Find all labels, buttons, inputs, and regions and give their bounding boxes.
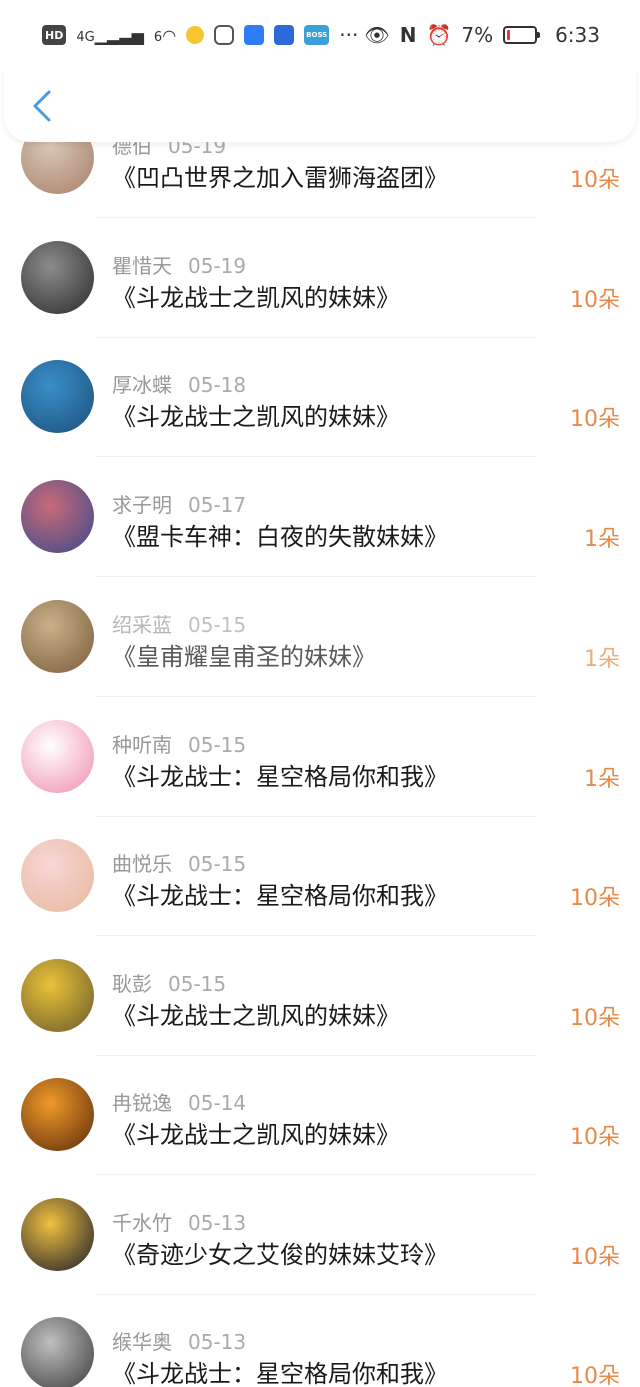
list-item[interactable]: 千水竹 05-13 《奇迹少女之艾俊的妹妹艾玲》 10朵 — [0, 1175, 640, 1295]
entry-meta: 耿彭 05-15 — [112, 968, 226, 997]
user-name: 厚冰蝶 — [112, 373, 172, 397]
book-title[interactable]: 《斗龙战士之凯风的妹妹》 — [112, 1115, 400, 1150]
entry-meta: 厚冰蝶 05-18 — [112, 369, 246, 398]
flower-count: 10朵 — [570, 407, 620, 432]
avatar[interactable] — [21, 241, 94, 314]
entry-date: 05-18 — [188, 373, 247, 397]
avatar[interactable] — [21, 480, 94, 553]
avatar[interactable] — [21, 720, 94, 793]
avatar[interactable] — [21, 1198, 94, 1271]
entry-date: 05-19 — [188, 254, 247, 278]
entry-meta: 曲悦乐 05-15 — [112, 848, 246, 877]
avatar[interactable] — [21, 1317, 94, 1387]
flower-count: 10朵 — [570, 288, 620, 313]
flower-count: 10朵 — [570, 886, 620, 911]
entry-date: 05-13 — [188, 1211, 247, 1235]
list-item[interactable]: 厚冰蝶 05-18 《斗龙战士之凯风的妹妹》 10朵 — [0, 337, 640, 457]
entry-meta: 冉锐逸 05-14 — [112, 1087, 246, 1116]
book-title[interactable]: 《奇迹少女之艾俊的妹妹艾玲》 — [112, 1235, 448, 1270]
book-title[interactable]: 《凹凸世界之加入雷狮海盗团》 — [112, 158, 448, 193]
entry-date: 05-15 — [168, 972, 227, 996]
book-title[interactable]: 《斗龙战士之凯风的妹妹》 — [112, 996, 400, 1031]
flower-count: 10朵 — [570, 1364, 620, 1387]
list-item[interactable]: 绍采蓝 05-15 《皇甫耀皇甫圣的妹妹》 1朵 — [0, 577, 640, 697]
list-item[interactable]: 耿彭 05-15 《斗龙战士之凯风的妹妹》 10朵 — [0, 936, 640, 1056]
book-title[interactable]: 《斗龙战士：星空格局你和我》 — [112, 1354, 448, 1387]
book-title[interactable]: 《皇甫耀皇甫圣的妹妹》 — [112, 637, 376, 672]
entry-date: 05-17 — [188, 493, 247, 517]
back-button[interactable] — [22, 84, 62, 128]
list-item[interactable]: 缑华奥 05-13 《斗龙战士：星空格局你和我》 10朵 — [0, 1294, 640, 1387]
book-title[interactable]: 《斗龙战士之凯风的妹妹》 — [112, 397, 400, 432]
entry-meta: 千水竹 05-13 — [112, 1207, 246, 1236]
entry-meta: 求子明 05-17 — [112, 489, 246, 518]
book-title[interactable]: 《盟卡车神：白夜的失散妹妹》 — [112, 517, 448, 552]
flower-count: 1朵 — [584, 527, 620, 552]
entry-date: 05-15 — [188, 613, 247, 637]
user-name: 千水竹 — [112, 1211, 172, 1235]
avatar[interactable] — [21, 600, 94, 673]
entry-date: 05-15 — [188, 733, 247, 757]
list-item[interactable]: 冉锐逸 05-14 《斗龙战士之凯风的妹妹》 10朵 — [0, 1055, 640, 1175]
flower-count: 10朵 — [570, 1006, 620, 1031]
list-item[interactable]: 曲悦乐 05-15 《斗龙战士：星空格局你和我》 10朵 — [0, 816, 640, 936]
book-title[interactable]: 《斗龙战士之凯风的妹妹》 — [112, 278, 400, 313]
user-name: 绍采蓝 — [112, 613, 172, 637]
header-bar — [4, 70, 636, 142]
user-name: 求子明 — [112, 493, 172, 517]
flower-count: 10朵 — [570, 1245, 620, 1270]
list-item[interactable]: 种听南 05-15 《斗龙战士：星空格局你和我》 1朵 — [0, 697, 640, 817]
entry-meta: 种听南 05-15 — [112, 729, 246, 758]
entry-meta: 缑华奥 05-13 — [112, 1326, 246, 1355]
avatar[interactable] — [21, 360, 94, 433]
list-item[interactable]: 瞿惜天 05-19 《斗龙战士之凯风的妹妹》 10朵 — [0, 218, 640, 338]
avatar[interactable] — [21, 1078, 94, 1151]
avatar[interactable] — [21, 959, 94, 1032]
avatar[interactable] — [21, 839, 94, 912]
chevron-left-icon — [33, 90, 51, 122]
entry-date: 05-14 — [188, 1091, 247, 1115]
book-title[interactable]: 《斗龙战士：星空格局你和我》 — [112, 757, 448, 792]
book-title[interactable]: 《斗龙战士：星空格局你和我》 — [112, 876, 448, 911]
flower-count: 1朵 — [584, 647, 620, 672]
gift-record-list: 德伯 05-19 《凹凸世界之加入雷狮海盗团》 10朵 瞿惜天 05-19 《斗龙战士之凯风… — [0, 0, 640, 1387]
flower-count: 10朵 — [570, 168, 620, 193]
user-name: 冉锐逸 — [112, 1091, 172, 1115]
entry-meta: 瞿惜天 05-19 — [112, 250, 246, 279]
user-name: 耿彭 — [112, 972, 152, 996]
list-item[interactable]: 求子明 05-17 《盟卡车神：白夜的失散妹妹》 1朵 — [0, 457, 640, 577]
flower-count: 10朵 — [570, 1125, 620, 1150]
user-name: 瞿惜天 — [112, 254, 172, 278]
entry-date: 05-13 — [188, 1330, 247, 1354]
entry-date: 05-15 — [188, 852, 247, 876]
flower-count: 1朵 — [584, 767, 620, 792]
user-name: 种听南 — [112, 733, 172, 757]
user-name: 曲悦乐 — [112, 852, 172, 876]
entry-meta: 绍采蓝 05-15 — [112, 609, 246, 638]
user-name: 缑华奥 — [112, 1330, 172, 1354]
